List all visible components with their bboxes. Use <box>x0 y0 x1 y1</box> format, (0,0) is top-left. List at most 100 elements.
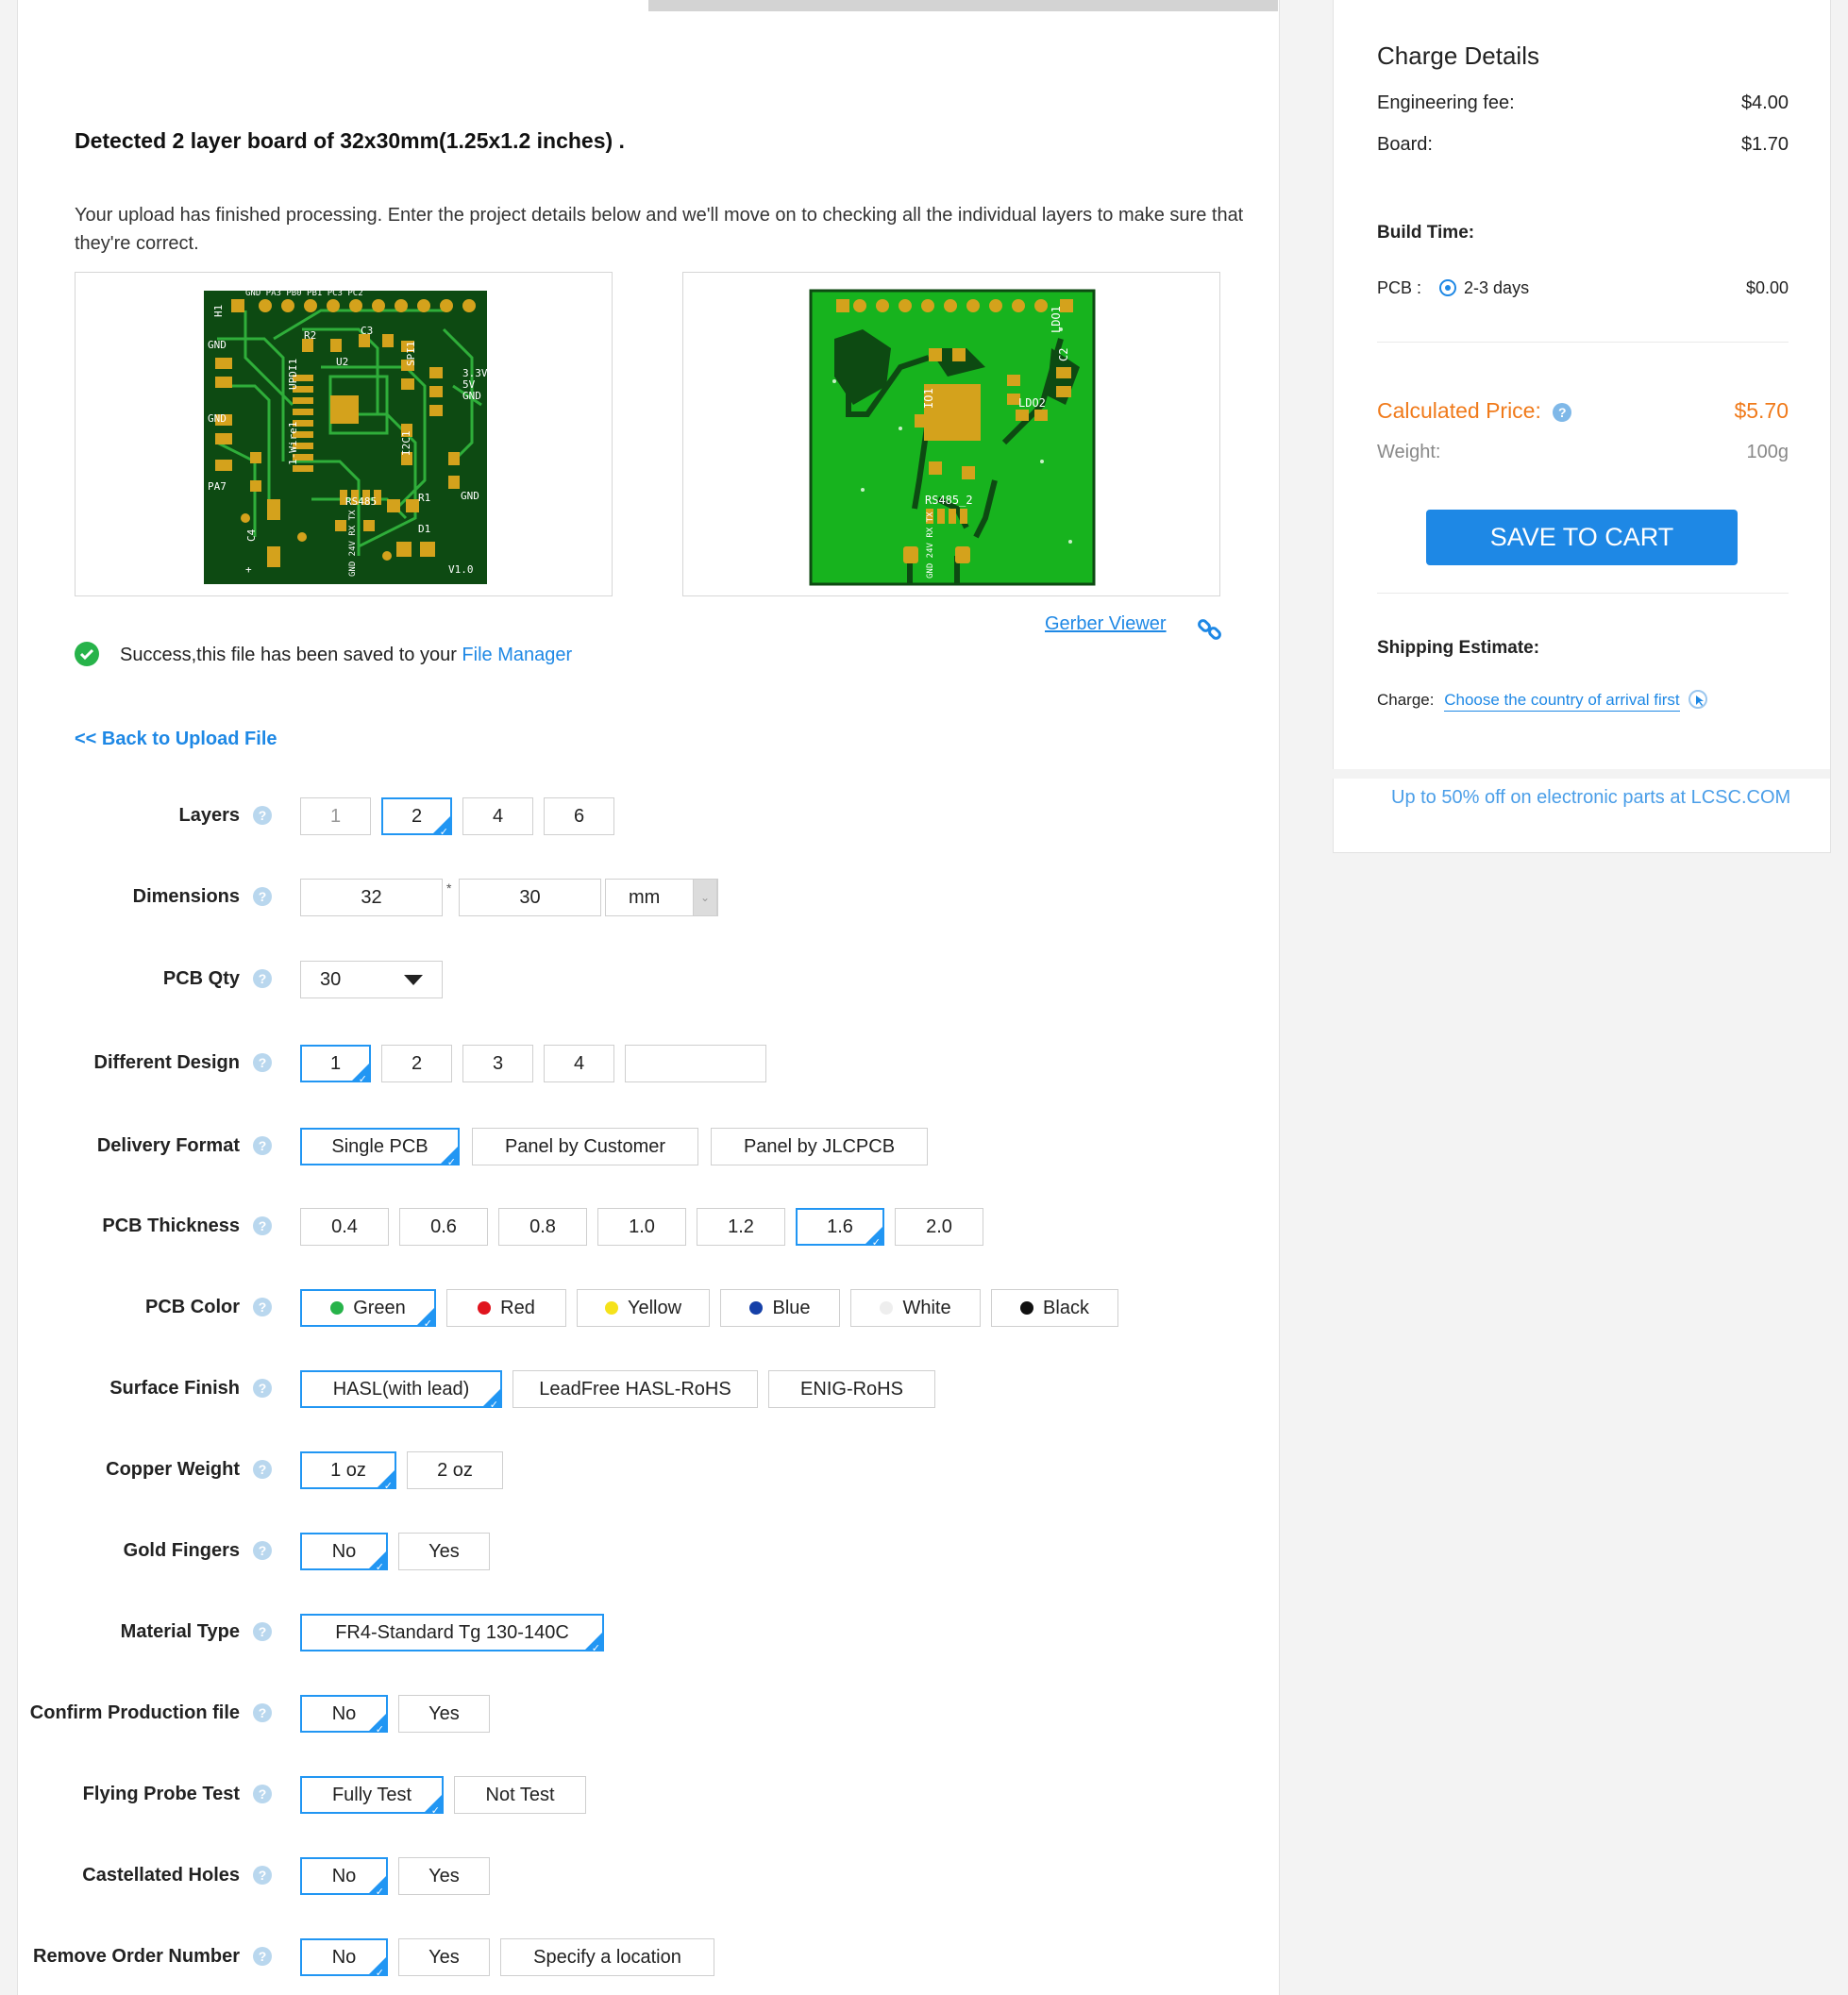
option-remove-order-number-specify-a-location[interactable]: Specify a location <box>500 1938 714 1976</box>
option-pcb-thickness-1-6[interactable]: 1.6 ✓ <box>796 1208 884 1249</box>
option-remove-order-number-no[interactable]: No ✓ <box>300 1938 388 1979</box>
option-pcb-thickness-1-2[interactable]: 1.2 <box>697 1208 785 1246</box>
option-layers-1[interactable]: 1 <box>300 797 371 835</box>
dimensions-label: Dimensions <box>132 886 240 907</box>
sidebar-gap <box>1333 769 1830 779</box>
board-fee-value: $1.70 <box>1740 134 1789 155</box>
divider <box>1377 593 1789 594</box>
help-icon[interactable]: ? <box>253 1622 272 1641</box>
option-label: Yes <box>428 1541 460 1562</box>
link-icon[interactable] <box>1197 616 1223 643</box>
engineering-fee-label: Engineering fee: <box>1377 92 1515 113</box>
selected-check-icon: ✓ <box>871 1237 881 1249</box>
option-copper-weight-1-oz[interactable]: 1 oz ✓ <box>300 1451 396 1492</box>
selected-check-icon: ✓ <box>375 1968 384 1979</box>
svg-text:GND 24V RX TX: GND 24V RX TX <box>926 511 935 578</box>
help-icon[interactable]: ? <box>253 1136 272 1155</box>
option-surface-finish-hasl-with-lead[interactable]: HASL(with lead) ✓ <box>300 1370 502 1411</box>
help-icon[interactable]: ? <box>253 1216 272 1235</box>
option-pcb-color-white[interactable]: White <box>850 1289 981 1327</box>
option-pcb-color-black[interactable]: Black <box>991 1289 1118 1327</box>
option-label: 3 <box>492 1053 504 1074</box>
selected-check-icon: ✓ <box>375 1886 384 1898</box>
option-pcb-thickness-0-6[interactable]: 0.6 <box>399 1208 488 1246</box>
different-design-custom-input[interactable] <box>625 1045 766 1082</box>
pcb-bottom-preview[interactable]: IO1 LDO2 RS485_2 C2 LDO1 GND 24V RX TX <box>682 272 1220 596</box>
option-gold-fingers-yes[interactable]: Yes <box>398 1533 490 1570</box>
option-surface-finish-enig-rohs[interactable]: ENIG-RoHS <box>768 1370 935 1408</box>
back-to-upload-link[interactable]: << Back to Upload File <box>75 729 277 750</box>
option-layers-6[interactable]: 6 <box>544 797 614 835</box>
save-to-cart-button[interactable]: SAVE TO CART <box>1426 510 1738 565</box>
engineering-fee-row: Engineering fee: $4.00 <box>1377 92 1789 114</box>
option-flying-probe-test-fully-test[interactable]: Fully Test ✓ <box>300 1776 444 1817</box>
selected-check-icon: ✓ <box>489 1400 498 1411</box>
svg-text:GND: GND <box>208 412 227 425</box>
option-different-design-4[interactable]: 4 <box>544 1045 614 1082</box>
help-icon[interactable]: ? <box>1553 403 1572 422</box>
option-pcb-color-red[interactable]: Red <box>446 1289 566 1327</box>
charge-details-title: Charge Details <box>1377 42 1539 70</box>
help-icon[interactable]: ? <box>253 1460 272 1479</box>
gerber-viewer-link[interactable]: Gerber Viewer <box>1045 613 1167 635</box>
option-remove-order-number-yes[interactable]: Yes <box>398 1938 490 1976</box>
help-icon[interactable]: ? <box>253 806 272 825</box>
chevron-down-icon[interactable]: ⌄ <box>693 879 717 916</box>
option-different-design-2[interactable]: 2 <box>381 1045 452 1082</box>
help-icon[interactable]: ? <box>253 1703 272 1722</box>
svg-text:RS485: RS485 <box>345 495 377 508</box>
option-label: Yellow <box>627 1298 682 1318</box>
help-icon[interactable]: ? <box>253 1947 272 1966</box>
option-pcb-thickness-0-8[interactable]: 0.8 <box>498 1208 587 1246</box>
option-gold-fingers-no[interactable]: No ✓ <box>300 1533 388 1573</box>
option-pcb-color-yellow[interactable]: Yellow <box>577 1289 710 1327</box>
option-different-design-3[interactable]: 3 <box>462 1045 533 1082</box>
option-layers-4[interactable]: 4 <box>462 797 533 835</box>
option-surface-finish-leadfree-hasl-rohs[interactable]: LeadFree HASL-RoHS <box>512 1370 758 1408</box>
lcsc-promo-link[interactable]: Up to 50% off on electronic parts at LCS… <box>1391 787 1790 809</box>
option-pcb-thickness-0-4[interactable]: 0.4 <box>300 1208 389 1246</box>
selected-check-icon: ✓ <box>423 1318 432 1330</box>
option-delivery-format-panel-by-customer[interactable]: Panel by Customer <box>472 1128 698 1165</box>
help-icon[interactable]: ? <box>253 1298 272 1316</box>
option-confirm-production-file-no[interactable]: No ✓ <box>300 1695 388 1735</box>
delivery-format-label: Delivery Format <box>96 1135 240 1156</box>
radio-selected-icon[interactable] <box>1439 279 1457 296</box>
help-icon[interactable]: ? <box>253 1379 272 1398</box>
help-icon[interactable]: ? <box>253 969 272 988</box>
option-pcb-color-blue[interactable]: Blue <box>720 1289 840 1327</box>
dimension-height-input[interactable]: 30 <box>459 879 601 916</box>
option-delivery-format-single-pcb[interactable]: Single PCB ✓ <box>300 1128 460 1168</box>
option-pcb-thickness-1-0[interactable]: 1.0 <box>597 1208 686 1246</box>
option-castellated-holes-yes[interactable]: Yes <box>398 1857 490 1895</box>
option-label: Single PCB <box>331 1136 428 1157</box>
help-icon[interactable]: ? <box>253 887 272 906</box>
help-icon[interactable]: ? <box>253 1541 272 1560</box>
dimension-separator: * <box>446 880 452 896</box>
option-layers-2[interactable]: 2 ✓ <box>381 797 452 838</box>
option-flying-probe-test-not-test[interactable]: Not Test <box>454 1776 586 1814</box>
option-different-design-1[interactable]: 1 ✓ <box>300 1045 371 1085</box>
caret-down-icon[interactable] <box>404 975 423 985</box>
option-confirm-production-file-yes[interactable]: Yes <box>398 1695 490 1733</box>
file-manager-link[interactable]: File Manager <box>462 645 572 665</box>
help-icon[interactable]: ? <box>253 1866 272 1885</box>
build-option-2-3-days[interactable]: 2-3 days <box>1439 278 1529 297</box>
svg-text:GND 24V RX TX: GND 24V RX TX <box>348 510 358 577</box>
option-material-type-fr4-standard-tg-130-140c[interactable]: FR4-Standard Tg 130-140C ✓ <box>300 1614 604 1654</box>
option-delivery-format-panel-by-jlcpcb[interactable]: Panel by JLCPCB <box>711 1128 928 1165</box>
option-pcb-thickness-2-0[interactable]: 2.0 <box>895 1208 983 1246</box>
option-pcb-color-green[interactable]: Green ✓ <box>300 1289 436 1330</box>
option-label: No <box>331 1866 357 1886</box>
pcb-top-preview[interactable]: H1 GND GND PA7 R2 C3 U2 3.3V 5V GND GND … <box>75 272 613 596</box>
option-castellated-holes-no[interactable]: No ✓ <box>300 1857 388 1898</box>
choose-country-link[interactable]: Choose the country of arrival first <box>1444 691 1680 712</box>
option-label: 2 <box>411 806 423 827</box>
help-icon[interactable]: ? <box>253 1053 272 1072</box>
help-icon[interactable]: ? <box>253 1785 272 1803</box>
cursor-pointer-icon[interactable] <box>1688 689 1708 710</box>
option-label: ENIG-RoHS <box>800 1379 903 1400</box>
option-label: 0.6 <box>430 1216 457 1237</box>
dimension-width-input[interactable]: 32 <box>300 879 443 916</box>
option-copper-weight-2-oz[interactable]: 2 oz <box>407 1451 503 1489</box>
